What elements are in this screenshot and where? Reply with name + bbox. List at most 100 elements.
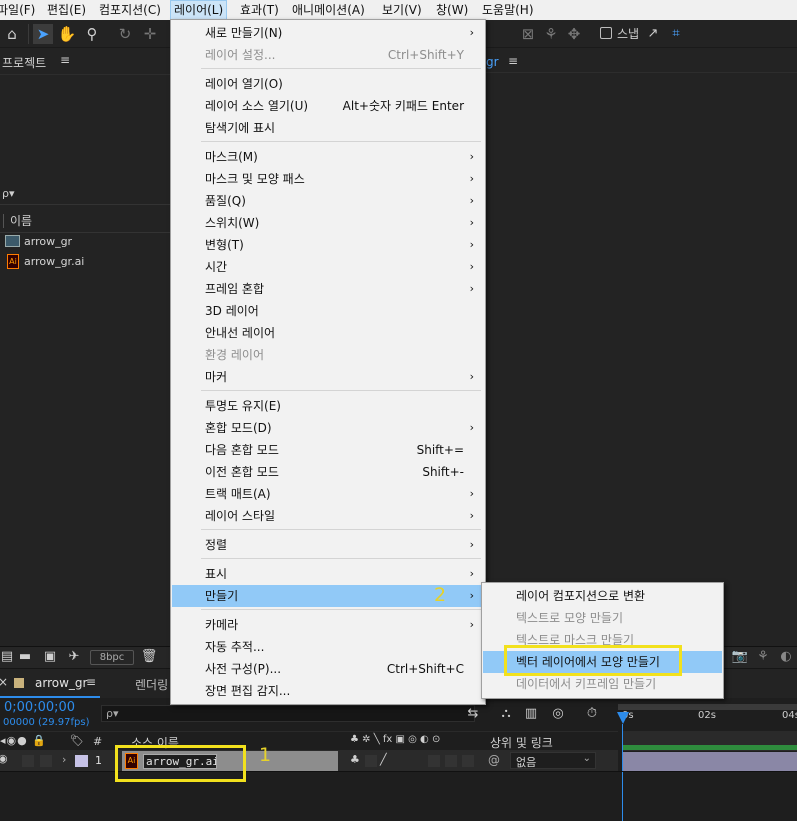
menu-item-quality[interactable]: 품질(Q) › (172, 190, 484, 212)
align-targets-icon[interactable]: ⌗ (666, 24, 686, 44)
trash-icon[interactable]: 🗑 (139, 647, 159, 667)
bit-depth-button[interactable]: 8bpc (90, 650, 134, 665)
menu-item-scene-edit-detection[interactable]: 장면 편집 감지... (172, 680, 484, 702)
draft-3d-icon[interactable]: ⛬ (496, 704, 516, 724)
motion-blur-switch[interactable] (428, 755, 440, 767)
menu-item-arrange[interactable]: 정렬 › (172, 534, 484, 556)
menu-item-label: 마스크(M) (205, 150, 258, 164)
submenu-item-create-keyframes-from-data[interactable]: 데이터에서 키프레임 만들기 (483, 673, 722, 695)
menu-item-new[interactable]: 새로 만들기(N) › (172, 22, 484, 44)
expand-arrow-icon[interactable]: › (62, 753, 66, 766)
source-name-header[interactable]: 소스 이름 (131, 734, 179, 751)
menu-window[interactable]: 창(W) (433, 0, 471, 20)
video-visibility-icon[interactable]: ◉ (0, 752, 8, 765)
snap-options-icon[interactable]: ↗ (643, 24, 663, 44)
puppet-tool-icon[interactable]: ⊠ (518, 24, 538, 44)
menu-composition[interactable]: 컴포지션(C) (96, 0, 164, 20)
motion-blur-icon[interactable]: ⏱ (582, 704, 602, 724)
project-search-icon[interactable]: ρ▾ (2, 187, 15, 200)
hide-shy-layers-icon[interactable]: ▥ (521, 704, 541, 724)
timeline-tab-menu-icon[interactable]: ≡ (86, 675, 96, 689)
layer-name-edit-input[interactable]: arrow_gr.ai (143, 754, 217, 769)
frame-blending-icon[interactable]: ◎ (548, 704, 568, 724)
pin-starch-icon[interactable]: ✥ (564, 24, 584, 44)
pick-whip-icon[interactable]: @ (488, 753, 500, 767)
render-queue-tab[interactable]: 렌더링 (135, 676, 168, 693)
menu-item-blending-mode[interactable]: 혼합 모드(D) › (172, 417, 484, 439)
menu-item-switches[interactable]: 스위치(W) › (172, 212, 484, 234)
menu-item-reveal[interactable]: 표시 › (172, 563, 484, 585)
lock-switch[interactable] (40, 755, 52, 767)
submenu-item-create-shapes-from-vector-layer[interactable]: 벡터 레이어에서 모양 만들기 (483, 651, 722, 673)
column-resize-handle[interactable] (3, 214, 4, 228)
menu-item-reveal-in-explorer[interactable]: 탐색기에 표시 (172, 117, 484, 139)
menu-item-environment-layer[interactable]: 환경 레이어 (172, 344, 484, 366)
selection-tool-icon[interactable]: ➤ (33, 24, 53, 44)
menu-layer[interactable]: 레이어(L) (170, 0, 228, 20)
comp-viewer-menu-icon[interactable]: ≡ (508, 54, 518, 68)
audio-switch[interactable] (22, 755, 34, 767)
column-name-label[interactable]: 이름 (10, 211, 32, 231)
parent-link-header[interactable]: 상위 및 링크 (490, 734, 553, 751)
menu-item-auto-trace[interactable]: 자동 추적... (172, 636, 484, 658)
submenu-item-create-shapes-from-text[interactable]: 텍스트로 모양 만들기 (483, 607, 722, 629)
menu-item-frame-blending[interactable]: 프레임 혼합 › (172, 278, 484, 300)
submenu-item-convert-to-layer-comp[interactable]: 레이어 컴포지션으로 변환 (483, 585, 722, 607)
show-snapshot-icon[interactable]: ⚘ (753, 647, 773, 667)
menu-item-mask-and-shape-path[interactable]: 마스크 및 모양 패스 › (172, 168, 484, 190)
rotate-tool-icon[interactable]: ↻ (115, 24, 135, 44)
menu-item-open-layer-source[interactable]: 레이어 소스 열기(U) Alt+숫자 키패드 Enter (172, 95, 484, 117)
anchor-tool-icon[interactable]: ✛ (140, 24, 160, 44)
channel-icon[interactable]: ◐ (776, 647, 796, 667)
new-folder-icon[interactable]: ▬ (15, 647, 35, 667)
project-item[interactable]: arrow_gr (0, 232, 170, 251)
quality-switch-icon[interactable]: ╱ (380, 753, 387, 766)
timeline-tab-arrow-gr[interactable]: arrow_gr (35, 676, 87, 690)
pin-tool-icon[interactable]: ⚘ (541, 24, 561, 44)
menu-item-camera[interactable]: 카메라 › (172, 614, 484, 636)
menu-item-markers[interactable]: 마커 › (172, 366, 484, 388)
menu-effect[interactable]: 효과(T) (237, 0, 282, 20)
home-icon[interactable]: ⌂ (2, 24, 22, 44)
menu-file[interactable]: 파일(F) (0, 0, 38, 20)
snap-checkbox[interactable] (600, 27, 612, 39)
menu-view[interactable]: 보기(V) (379, 0, 425, 20)
render-queue-icon[interactable]: ✈ (64, 647, 84, 667)
shy-switch-icon[interactable]: ♣ (350, 753, 360, 766)
parent-select[interactable]: 없음 ⌄ (510, 752, 596, 769)
adjustment-switch[interactable] (445, 755, 457, 767)
menu-help[interactable]: 도움말(H) (479, 0, 537, 20)
zoom-tool-icon[interactable]: ⚲ (82, 24, 102, 44)
menu-item-preserve-transparency[interactable]: 투명도 유지(E) (172, 395, 484, 417)
collapse-switch[interactable] (365, 755, 377, 767)
menu-item-guide-layer[interactable]: 안내선 레이어 (172, 322, 484, 344)
menu-item-previous-blending-mode[interactable]: 이전 혼합 모드 Shift+- (172, 461, 484, 483)
menu-item-transform[interactable]: 변형(T) › (172, 234, 484, 256)
menu-edit[interactable]: 편집(E) (44, 0, 89, 20)
menu-item-3d-layer[interactable]: 3D 레이어 (172, 300, 484, 322)
menu-item-layer-styles[interactable]: 레이어 스타일 › (172, 505, 484, 527)
menu-animation[interactable]: 애니메이션(A) (289, 0, 368, 20)
menu-item-pre-compose[interactable]: 사전 구성(P)... Ctrl+Shift+C (172, 658, 484, 680)
layer-row[interactable]: ◉ › 1 Ai arrow_gr.ai ♣ ╱ @ 없음 ⌄ (0, 751, 618, 771)
timeline-search-input[interactable]: ρ▾ (101, 705, 475, 722)
snapshot-icon[interactable]: 📷 (730, 647, 750, 667)
close-tab-icon[interactable]: × (0, 675, 8, 689)
menu-item-open-layer[interactable]: 레이어 열기(O) (172, 73, 484, 95)
menu-item-time[interactable]: 시간 › (172, 256, 484, 278)
layer-duration-bar[interactable] (623, 752, 797, 771)
project-panel-menu-icon[interactable]: ≡ (60, 53, 70, 67)
3d-layer-switch[interactable] (462, 755, 474, 767)
project-item[interactable]: Ai arrow_gr.ai (0, 252, 170, 271)
comp-mini-flowchart-icon[interactable]: ⇆ (463, 704, 483, 724)
hand-tool-icon[interactable]: ✋ (57, 24, 77, 44)
menu-item-mask[interactable]: 마스크(M) › (172, 146, 484, 168)
current-timecode[interactable]: 0;00;00;00 (4, 700, 75, 715)
menu-item-layer-settings[interactable]: 레이어 설정... Ctrl+Shift+Y (172, 44, 484, 66)
submenu-item-create-masks-from-text[interactable]: 텍스트로 마스크 만들기 (483, 629, 722, 651)
new-composition-icon[interactable]: ▣ (40, 647, 60, 667)
comp-viewer-tab[interactable]: gr (486, 55, 499, 69)
menu-item-next-blending-mode[interactable]: 다음 혼합 모드 Shift+= (172, 439, 484, 461)
menu-item-track-matte[interactable]: 트랙 매트(A) › (172, 483, 484, 505)
layer-label-color[interactable] (75, 755, 88, 767)
